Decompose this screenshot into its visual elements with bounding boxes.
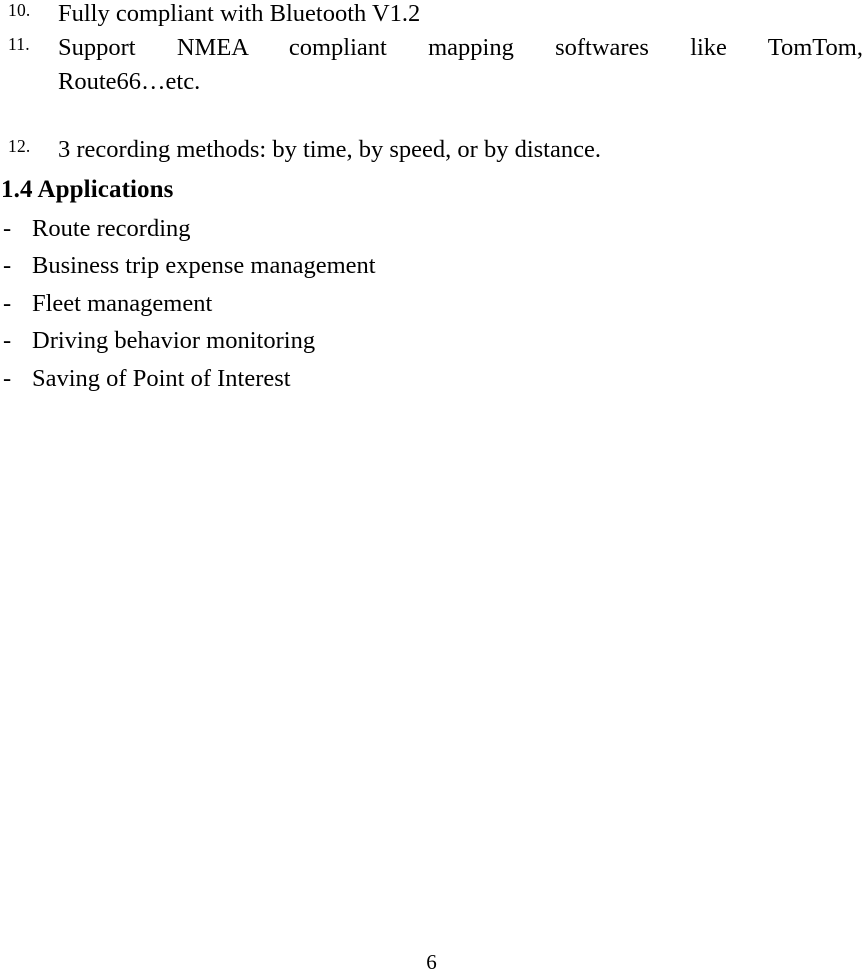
list-item-label: Saving of Point of Interest [32, 364, 291, 392]
section-heading: 1.4 Applications [1, 176, 174, 203]
list-item: - Fleet management [0, 287, 863, 324]
list-item-number: 12. [8, 136, 31, 156]
list-item-number: 10. [8, 0, 31, 20]
dash-bullet-icon: - [3, 252, 12, 280]
dash-bullet-icon: - [3, 327, 12, 355]
list-item-text-line: Support NMEA compliant mapping softwares… [58, 34, 863, 61]
applications-bullet-list: - Route recording - Business trip expens… [0, 212, 863, 399]
list-item: - Business trip expense management [0, 249, 863, 286]
dash-bullet-icon: - [3, 289, 12, 317]
list-item-text-line: Route66…etc. [58, 68, 201, 95]
list-item-text: Support NMEA compliant mapping softwares… [58, 31, 863, 129]
numbered-list: 10. Fully compliant with Bluetooth V1.2 … [0, 0, 863, 167]
dash-bullet-icon: - [3, 364, 12, 392]
dash-bullet-icon: - [3, 215, 12, 242]
list-item-label: Route recording [32, 215, 191, 242]
list-item: - Saving of Point of Interest [0, 362, 863, 399]
list-item-label: Driving behavior monitoring [32, 327, 316, 355]
list-item: 11. Support NMEA compliant mapping softw… [0, 31, 863, 133]
list-item-label: Business trip expense management [32, 252, 376, 280]
list-item-label: Fleet management [32, 289, 213, 317]
document-page: 10. Fully compliant with Bluetooth V1.2 … [0, 0, 863, 976]
list-item: 10. Fully compliant with Bluetooth V1.2 [0, 0, 863, 31]
list-item-text: Fully compliant with Bluetooth V1.2 [58, 0, 421, 27]
page-number: 6 [426, 950, 437, 974]
list-item: 12. 3 recording methods: by time, by spe… [0, 133, 863, 167]
list-item: - Driving behavior monitoring [0, 324, 863, 361]
list-item: - Route recording [0, 212, 863, 249]
list-item-text: 3 recording methods: by time, by speed, … [58, 136, 601, 163]
list-item-number: 11. [8, 34, 30, 54]
